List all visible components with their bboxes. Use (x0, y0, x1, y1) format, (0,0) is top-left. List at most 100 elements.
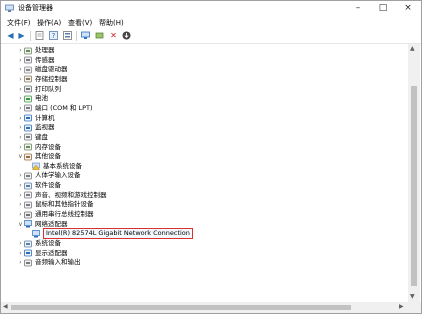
tree-item-label: 人体学输入设备 (35, 171, 81, 180)
tree-item[interactable]: › 存储控制器 (17, 74, 68, 84)
download-icon[interactable] (121, 30, 132, 41)
tree-item[interactable]: › 监视器 (17, 123, 54, 132)
tree-item-label: 磁盘驱动器 (35, 65, 68, 74)
collapse-arrow-icon[interactable]: › (17, 124, 24, 131)
tree-item-label: 电池 (35, 94, 48, 103)
tree-item-label: 打印队列 (35, 84, 61, 93)
add-hardware-icon[interactable] (94, 30, 105, 41)
tree-item[interactable]: ∨ 其他设备 (17, 152, 61, 161)
collapse-arrow-icon[interactable]: › (17, 201, 24, 208)
collapse-arrow-icon[interactable]: › (17, 172, 24, 179)
menu-bar: 文件(F) 操作(A) 查看(V) 帮助(H) (1, 17, 421, 29)
menu-help[interactable]: 帮助(H) (99, 17, 124, 29)
scrollbar-thumb[interactable] (411, 86, 417, 286)
tree-item-label: 系统设备 (35, 239, 61, 247)
tree-item[interactable]: › 处理器 (17, 46, 54, 55)
collapse-arrow-icon[interactable]: › (17, 259, 24, 266)
forward-icon[interactable]: ▶ (16, 30, 27, 41)
help-icon[interactable]: ? (48, 30, 59, 41)
tree-item[interactable]: › 电池 (17, 94, 48, 103)
tree-item[interactable]: › 软件设备 (17, 181, 61, 190)
collapse-arrow-icon[interactable]: › (17, 76, 24, 83)
tree-item[interactable]: › 鼠标和其他指针设备 (17, 200, 93, 209)
properties-icon[interactable] (34, 30, 45, 41)
tree-item-label: 网络适配器 (35, 219, 68, 228)
tree-item[interactable]: › 声音、视频和游戏控制器 (17, 191, 106, 200)
tree-item[interactable]: › 计算机 (17, 114, 54, 123)
collapse-arrow-icon[interactable]: › (17, 250, 24, 257)
usb-icon (24, 211, 32, 219)
collapse-arrow-icon[interactable]: › (17, 182, 24, 189)
tree-item[interactable]: › 磁盘驱动器 (17, 65, 68, 74)
tree-item-label: 软件设备 (35, 181, 61, 190)
collapse-arrow-icon[interactable]: › (17, 105, 24, 112)
minimize-button[interactable]: – (345, 1, 371, 17)
device-manager-app-icon (5, 4, 14, 12)
printer-icon (24, 85, 32, 93)
expand-arrow-icon[interactable]: ∨ (17, 221, 24, 228)
details-icon[interactable] (62, 30, 73, 41)
collapse-arrow-icon[interactable]: › (17, 240, 24, 247)
collapse-arrow-icon[interactable]: › (17, 66, 24, 73)
horizontal-scrollbar[interactable]: ◀ ▶ (1, 302, 421, 313)
maximize-button[interactable]: □ (370, 1, 396, 17)
tree-item-label: 存储控制器 (35, 74, 68, 83)
tree-item-label: 端口 (COM 和 LPT) (35, 103, 93, 112)
display-icon (24, 249, 32, 257)
system-icon (24, 240, 32, 248)
collapse-arrow-icon[interactable]: › (17, 192, 24, 199)
audio-icon (24, 259, 32, 267)
scroll-down-icon[interactable]: ▼ (410, 293, 415, 300)
hid-icon (24, 172, 32, 180)
window-title: 设备管理器 (18, 4, 53, 12)
tree-item[interactable]: › 系统设备 (17, 239, 61, 248)
tree-item-label: 传感器 (35, 55, 55, 64)
menu-file[interactable]: 文件(F) (7, 17, 31, 29)
tree-item[interactable]: › 通用串行总线控制器 (17, 210, 94, 219)
tree-item-label: 基本系统设备 (43, 161, 82, 170)
mouse-icon (24, 201, 32, 209)
tree-item[interactable]: 基本系统设备 (25, 162, 82, 171)
tree-item-label: 通用串行总线控制器 (35, 210, 94, 219)
scroll-left-icon[interactable]: ◀ (3, 303, 8, 310)
device-tree: › 处理器 › 传感器 › 磁盘驱动器 › 存储控制器 › 打印队列 › 电池 › 端口 (COM 和 L… (1, 44, 408, 302)
computer-icon (24, 114, 32, 122)
tree-item[interactable]: › 传感器 (17, 55, 55, 65)
tree-item[interactable]: ∨ 网络适配器 (17, 220, 68, 229)
collapse-arrow-icon[interactable]: › (17, 95, 24, 102)
uninstall-icon[interactable]: ✕ (108, 30, 119, 41)
tree-item[interactable]: › 端口 (COM 和 LPT) (17, 103, 93, 113)
tree-item[interactable]: › 显示适配器 (17, 248, 68, 258)
collapse-arrow-icon[interactable]: › (17, 115, 24, 122)
tree-item[interactable]: › 键盘 (17, 133, 48, 142)
tree-item[interactable]: Intel(R) 82574L Gigabit Network Connecti… (25, 228, 193, 240)
collapse-arrow-icon[interactable]: › (17, 134, 24, 141)
svg-text:?: ? (52, 32, 56, 40)
tree-item[interactable]: › 内存设备 (17, 143, 61, 152)
close-button[interactable]: × (395, 1, 421, 17)
tree-item[interactable]: › 音频输入和输出 (17, 258, 80, 267)
collapse-arrow-icon[interactable]: › (17, 144, 24, 151)
tree-item[interactable]: › 打印队列 (17, 85, 61, 94)
scroll-up-icon[interactable]: ▲ (410, 45, 415, 52)
warning-device-icon (32, 162, 40, 171)
scroll-right-icon[interactable]: ▶ (399, 303, 404, 310)
vertical-scrollbar[interactable]: ▲ ▼ (408, 44, 420, 302)
collapse-arrow-icon[interactable]: › (17, 86, 24, 93)
tree-item[interactable]: › 人体学输入设备 (17, 171, 81, 180)
expand-arrow-icon[interactable]: ∨ (17, 153, 24, 160)
collapse-arrow-icon[interactable]: › (17, 47, 24, 54)
software-icon (24, 182, 32, 190)
collapse-arrow-icon[interactable]: › (17, 57, 24, 64)
back-icon[interactable]: ◀ (5, 30, 16, 41)
hscrollbar-thumb[interactable] (11, 305, 351, 310)
menu-action[interactable]: 操作(A) (37, 17, 61, 29)
device-manager-window: 设备管理器 – □ × 文件(F) 操作(A) 查看(V) 帮助(H) ◀ ▶ … (0, 0, 422, 314)
update-driver-icon[interactable] (80, 30, 91, 41)
tree-item-label: 显示适配器 (35, 248, 68, 257)
collapse-arrow-icon[interactable]: › (17, 211, 24, 218)
menu-view[interactable]: 查看(V) (68, 17, 92, 29)
port-icon (24, 104, 32, 112)
toolbar-separator (76, 31, 77, 41)
toolbar: ◀ ▶ ? ✕ (1, 29, 421, 44)
